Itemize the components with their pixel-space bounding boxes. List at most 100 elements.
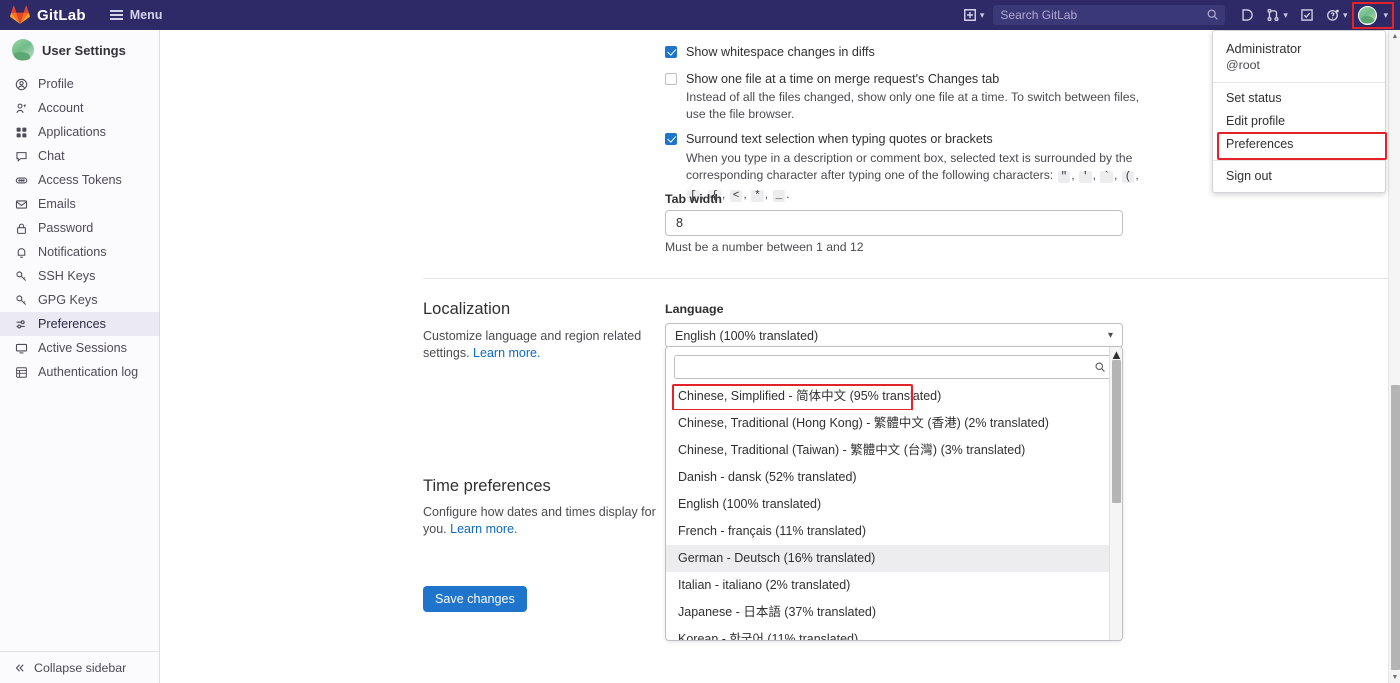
merge-requests-button[interactable]: ▾ [1261, 2, 1293, 28]
token-pill-icon [14, 173, 29, 188]
language-label: Language [665, 302, 724, 316]
sidebar-title: User Settings [42, 43, 126, 58]
chat-bubble-icon [14, 149, 29, 164]
chevron-down-icon: ▾ [1343, 10, 1348, 21]
issues-icon [1240, 8, 1254, 22]
help-button[interactable]: ▾ [1321, 2, 1353, 28]
user-display-name: Administrator [1226, 41, 1372, 57]
one-file-label[interactable]: Show one file at a time on merge request… [686, 72, 999, 86]
key-icon [14, 269, 29, 284]
chevron-down-icon: ▾ [1108, 330, 1113, 341]
create-new-button[interactable]: ▾ [958, 2, 990, 28]
sidebar-item-ssh-keys[interactable]: SSH Keys [0, 264, 159, 288]
collapse-sidebar-button[interactable]: Collapse sidebar [0, 651, 159, 683]
page-scrollbar[interactable]: ▲ ▼ [1388, 30, 1400, 683]
language-option[interactable]: English (100% translated) [666, 491, 1122, 518]
language-select[interactable]: English (100% translated) ▾ [665, 323, 1123, 348]
lock-icon [14, 221, 29, 236]
user-handle: @root [1226, 57, 1372, 73]
user-dropdown-items: Set status Edit profile Preferences [1213, 83, 1385, 161]
show-whitespace-label[interactable]: Show whitespace changes in diffs [686, 45, 875, 59]
tab-width-input[interactable]: 8 [665, 210, 1123, 236]
user-avatar-icon [1358, 6, 1377, 25]
language-option[interactable]: Chinese, Traditional (Hong Kong) - 繁體中文 … [666, 410, 1122, 437]
sidebar-item-notifications[interactable]: Notifications [0, 240, 159, 264]
language-option[interactable]: Danish - dansk (52% translated) [666, 464, 1122, 491]
one-file-help-text: Instead of all the files changed, show o… [686, 89, 1146, 123]
sidebar-item-label: SSH Keys [38, 264, 95, 288]
todos-button[interactable] [1295, 2, 1319, 28]
surround-char: ( [1122, 171, 1135, 183]
localization-description: Customize language and region related se… [423, 328, 663, 362]
language-dropdown-scrollbar[interactable]: ▲ ▼ [1109, 347, 1122, 640]
tab-width-hint: Must be a number between 1 and 12 [665, 240, 864, 254]
language-option[interactable]: French - français (11% translated) [666, 518, 1122, 545]
sidebar-item-label: Access Tokens [38, 168, 122, 192]
sidebar-item-label: Profile [38, 72, 74, 96]
scroll-up-arrow-icon[interactable]: ▲ [1389, 30, 1400, 42]
user-circle-icon [14, 77, 29, 92]
surround-selection-label[interactable]: Surround text selection when typing quot… [686, 132, 993, 146]
language-search-input[interactable] [683, 359, 1105, 375]
time-preferences-learn-more-link[interactable]: Learn more. [450, 522, 517, 536]
plus-square-icon [963, 8, 977, 22]
language-option[interactable]: German - Deutsch (16% translated) [666, 545, 1122, 572]
sidebar-item-preferences[interactable]: Preferences [0, 312, 159, 336]
user-dropdown-signout-group: Sign out [1213, 161, 1385, 192]
sidebar-item-label: Preferences [38, 312, 106, 336]
language-option[interactable]: Korean - 한국어 (11% translated) [666, 626, 1122, 641]
language-search-box[interactable] [674, 355, 1114, 379]
log-list-icon [14, 365, 29, 380]
account-person-icon [14, 101, 29, 116]
language-option[interactable]: Japanese - 日本語 (37% translated) [666, 599, 1122, 626]
sidebar-item-label: Emails [38, 192, 76, 216]
user-menu-item-sign-out[interactable]: Sign out [1213, 165, 1385, 188]
one-file-checkbox[interactable] [665, 73, 677, 85]
sidebar-item-emails[interactable]: Emails [0, 192, 159, 216]
time-preferences-description: Configure how dates and times display fo… [423, 504, 663, 538]
scrollbar-thumb[interactable] [1112, 360, 1121, 503]
sidebar-item-authentication-log[interactable]: Authentication log [0, 360, 159, 384]
show-whitespace-checkbox[interactable] [665, 46, 677, 58]
section-divider [423, 278, 1388, 279]
sidebar-item-password[interactable]: Password [0, 216, 159, 240]
sidebar-item-applications[interactable]: Applications [0, 120, 159, 144]
user-menu-item-set-status[interactable]: Set status [1213, 87, 1385, 110]
navbar-right: ▾ Search GitLab [958, 0, 1400, 30]
save-changes-button[interactable]: Save changes [423, 586, 527, 612]
user-menu-item-preferences[interactable]: Preferences [1213, 133, 1385, 156]
sidebar-item-chat[interactable]: Chat [0, 144, 159, 168]
sidebar-item-profile[interactable]: Profile [0, 72, 159, 96]
user-menu-button[interactable]: ▾ [1354, 4, 1392, 27]
bell-icon [14, 245, 29, 260]
main-content: Show whitespace changes in diffs Show on… [160, 30, 1388, 683]
brand-title[interactable]: GitLab [37, 7, 86, 24]
sidebar-item-active-sessions[interactable]: Active Sessions [0, 336, 159, 360]
search-placeholder: Search GitLab [1000, 8, 1077, 22]
localization-learn-more-link[interactable]: Learn more. [473, 346, 540, 360]
search-input[interactable]: Search GitLab [993, 5, 1225, 25]
sidebar-nav-list: Profile Account Applications [0, 72, 159, 384]
sidebar-item-access-tokens[interactable]: Access Tokens [0, 168, 159, 192]
main-menu-button[interactable]: Menu [110, 8, 163, 22]
chevron-down-icon: ▾ [1383, 10, 1388, 21]
language-option[interactable]: Italian - italiano (2% translated) [666, 572, 1122, 599]
top-navbar: GitLab Menu ▾ Search GitLab [0, 0, 1400, 30]
user-menu-item-edit-profile[interactable]: Edit profile [1213, 110, 1385, 133]
preferences-form: Show whitespace changes in diffs Show on… [160, 30, 1388, 683]
issues-button[interactable] [1235, 2, 1259, 28]
user-dropdown-menu: Administrator @root Set status Edit prof… [1212, 30, 1386, 193]
sidebar-item-account[interactable]: Account [0, 96, 159, 120]
navbar-left: GitLab Menu [0, 5, 162, 25]
gitlab-logo-icon[interactable] [10, 5, 30, 25]
todo-check-icon [1300, 8, 1314, 22]
language-selected-value: English (100% translated) [675, 329, 818, 343]
sidebar-item-gpg-keys[interactable]: GPG Keys [0, 288, 159, 312]
language-option[interactable]: Chinese, Traditional (Taiwan) - 繁體中文 (台灣… [666, 437, 1122, 464]
scrollbar-thumb[interactable] [1391, 385, 1400, 670]
localization-title: Localization [423, 300, 510, 319]
scroll-down-arrow-icon[interactable]: ▼ [1389, 671, 1400, 683]
language-option[interactable]: Chinese, Simplified - 简体中文 (95% translat… [666, 383, 1122, 410]
avatar-caption: Adm [12, 54, 34, 61]
surround-selection-checkbox[interactable] [665, 133, 677, 145]
